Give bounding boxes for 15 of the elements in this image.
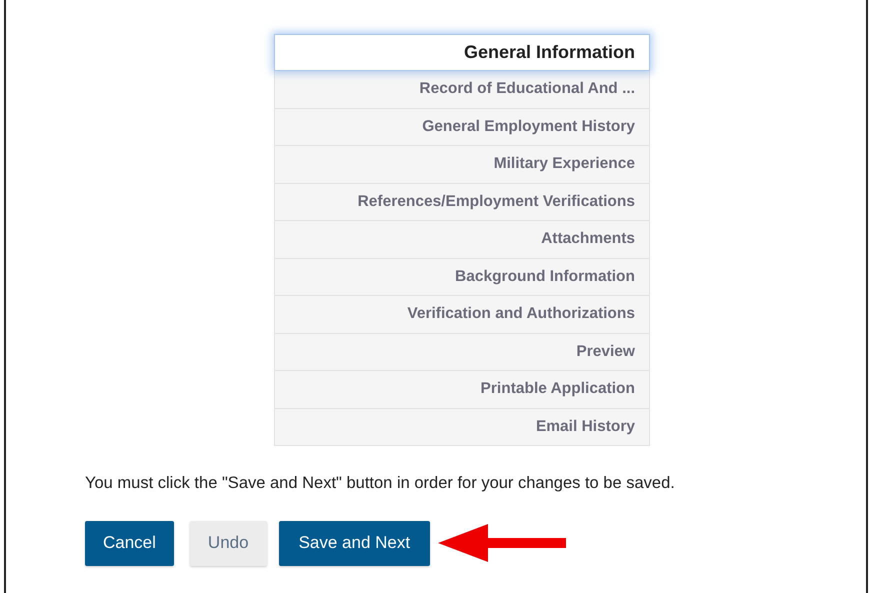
menu-item[interactable]: Verification and Authorizations: [274, 296, 650, 334]
menu-item[interactable]: Attachments: [274, 221, 650, 258]
save-notice: You must click the "Save and Next" button in order for your changes to be saved.: [85, 474, 676, 493]
menu-item[interactable]: Background Information: [274, 258, 650, 296]
menu-item[interactable]: Military Experience: [274, 146, 650, 184]
menu-item[interactable]: General Employment History: [274, 108, 650, 146]
menu-item[interactable]: Printable Application: [274, 371, 650, 408]
menu-item[interactable]: Email History: [274, 408, 650, 446]
menu-item[interactable]: Record of Educational And ...: [274, 71, 650, 108]
arrow-icon: [438, 524, 566, 562]
menu-item[interactable]: Preview: [274, 334, 650, 371]
menu-item[interactable]: General Information: [274, 34, 650, 71]
action-button[interactable]: Save and Next: [278, 520, 430, 566]
action-button[interactable]: Cancel: [85, 520, 174, 566]
menu-item[interactable]: References/Employment Verifications: [274, 184, 650, 221]
